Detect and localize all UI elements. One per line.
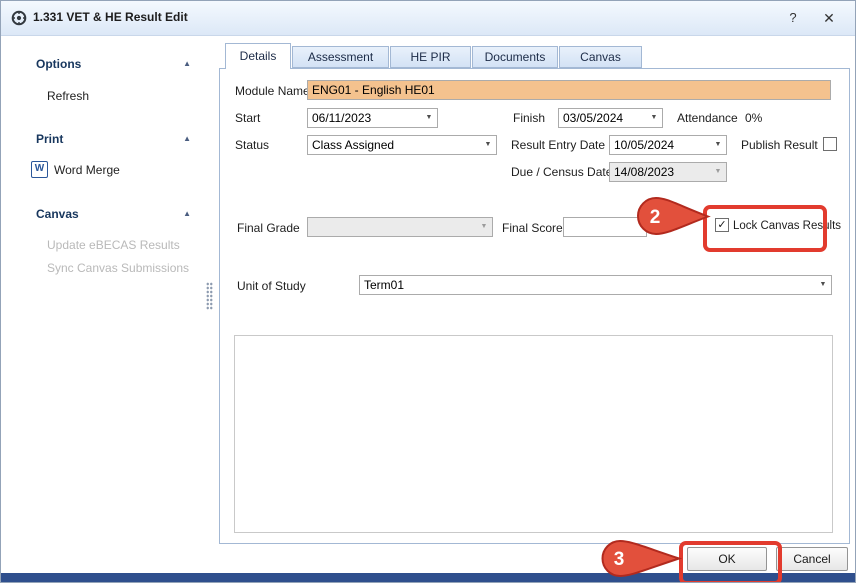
sidebar-item-label: Update eBECAS Results — [47, 238, 180, 252]
dialog-window: 1.331 VET & HE Result Edit ? ✕ Options ▲… — [0, 0, 856, 583]
lock-canvas-results-checkbox[interactable]: ✓ — [715, 218, 729, 232]
sidebar-item-label: Word Merge — [54, 163, 120, 177]
annotation-step-number: 3 — [614, 549, 625, 570]
sidebar-section-options[interactable]: Options ▲ — [36, 57, 191, 71]
dropdown-value: 14/08/2023 — [614, 163, 710, 181]
module-name-label: Module Name — [235, 84, 310, 98]
splitter-grip[interactable] — [206, 282, 213, 310]
due-census-date-label: Due / Census Date — [511, 165, 612, 179]
attendance-label: Attendance — [677, 111, 738, 125]
final-score-input[interactable] — [563, 217, 647, 237]
dropdown-value: Class Assigned — [312, 136, 480, 154]
window-title: 1.331 VET & HE Result Edit — [33, 10, 188, 24]
status-label: Status — [235, 138, 269, 152]
sidebar-section-print[interactable]: Print ▲ — [36, 132, 191, 146]
collapse-arrow-icon[interactable]: ▲ — [183, 132, 191, 146]
chevron-down-icon: ▼ — [712, 163, 724, 181]
dropdown-value: 06/11/2023 — [312, 109, 421, 127]
section-title: Options — [36, 57, 81, 71]
sidebar-item-label: Sync Canvas Submissions — [47, 261, 189, 275]
tab-details[interactable]: Details — [225, 43, 291, 69]
result-entry-date-label: Result Entry Date — [511, 138, 605, 152]
word-icon: W — [31, 161, 48, 178]
chevron-down-icon: ▼ — [648, 109, 660, 127]
module-name-value: ENG01 - English HE01 — [312, 81, 828, 99]
finish-date-dropdown[interactable]: 03/05/2024 ▼ — [558, 108, 663, 128]
start-date-dropdown[interactable]: 06/11/2023 ▼ — [307, 108, 438, 128]
publish-result-label: Publish Result — [741, 138, 818, 152]
help-button[interactable]: ? — [781, 8, 805, 28]
final-grade-label: Final Grade — [237, 221, 300, 235]
titlebar: 1.331 VET & HE Result Edit ? ✕ — [1, 1, 855, 36]
sidebar-item-word-merge[interactable]: W Word Merge — [31, 161, 120, 178]
result-entry-date-dropdown[interactable]: 10/05/2024 ▼ — [609, 135, 727, 155]
sidebar-item-update-ebecas-results[interactable]: Update eBECAS Results — [47, 238, 180, 252]
status-dropdown[interactable]: Class Assigned ▼ — [307, 135, 497, 155]
dropdown-value: Term01 — [364, 276, 815, 294]
dropdown-value: 10/05/2024 — [614, 136, 710, 154]
start-label: Start — [235, 111, 260, 125]
tab-documents[interactable]: Documents — [472, 46, 558, 68]
collapse-arrow-icon[interactable]: ▲ — [183, 207, 191, 221]
attendance-value: 0% — [745, 111, 762, 125]
chevron-down-icon: ▼ — [482, 136, 494, 154]
sidebar-item-sync-canvas-submissions[interactable]: Sync Canvas Submissions — [47, 261, 189, 275]
chevron-down-icon: ▼ — [423, 109, 435, 127]
sidebar-item-refresh[interactable]: Refresh — [47, 89, 89, 103]
tab-assessment[interactable]: Assessment — [292, 46, 389, 68]
notes-group: Notes — [225, 321, 844, 542]
module-name-input[interactable]: ENG01 - English HE01 — [307, 80, 831, 100]
lock-canvas-results-label: Lock Canvas Results — [733, 220, 841, 232]
finish-label: Finish — [513, 111, 545, 125]
cancel-button[interactable]: Cancel — [776, 547, 848, 571]
bottom-strip — [1, 573, 855, 582]
final-score-label: Final Score — [502, 221, 563, 235]
section-title: Print — [36, 132, 63, 146]
due-census-date-dropdown[interactable]: 14/08/2023 ▼ — [609, 162, 727, 182]
notes-textarea[interactable] — [234, 335, 833, 533]
collapse-arrow-icon[interactable]: ▲ — [183, 57, 191, 71]
sidebar-section-canvas[interactable]: Canvas ▲ — [36, 207, 191, 221]
final-grade-dropdown[interactable]: ▼ — [307, 217, 493, 237]
ok-button[interactable]: OK — [687, 547, 767, 571]
close-icon[interactable]: ✕ — [817, 8, 841, 28]
section-title: Canvas — [36, 207, 79, 221]
tab-he-pir[interactable]: HE PIR — [390, 46, 471, 68]
app-icon — [11, 10, 27, 26]
tab-canvas[interactable]: Canvas — [559, 46, 642, 68]
chevron-down-icon: ▼ — [817, 276, 829, 294]
unit-of-study-dropdown[interactable]: Term01 ▼ — [359, 275, 832, 295]
chevron-down-icon: ▼ — [478, 218, 490, 236]
chevron-down-icon: ▼ — [712, 136, 724, 154]
publish-result-checkbox[interactable] — [823, 137, 837, 151]
unit-of-study-label: Unit of Study — [237, 279, 306, 293]
dropdown-value: 03/05/2024 — [563, 109, 646, 127]
sidebar-item-label: Refresh — [47, 89, 89, 103]
